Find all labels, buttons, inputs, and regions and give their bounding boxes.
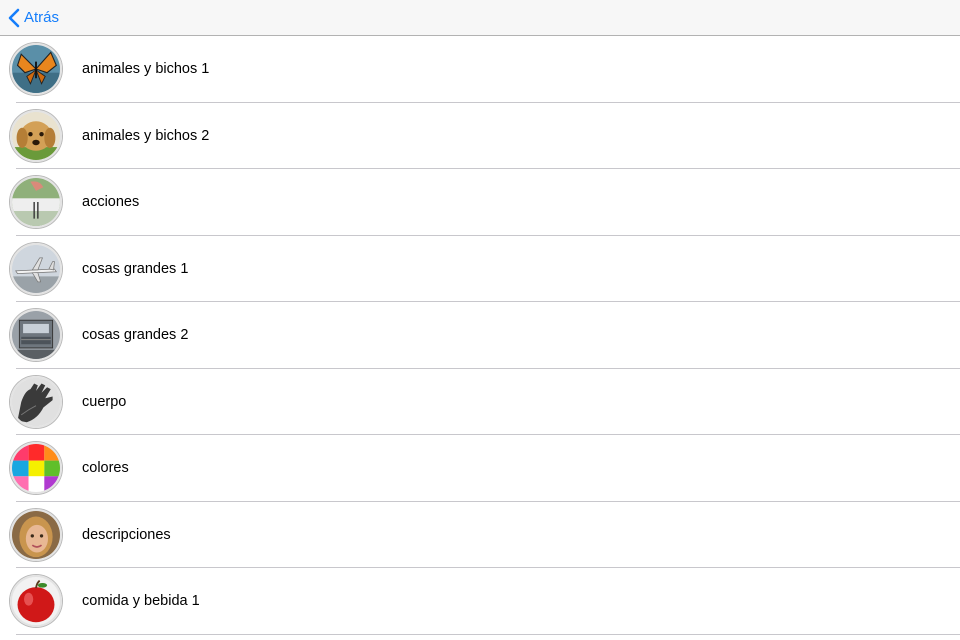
- apple-icon: [10, 575, 62, 627]
- list-item-descripciones[interactable]: descripciones: [0, 501, 960, 568]
- list-item-acciones[interactable]: acciones: [0, 169, 960, 236]
- list-item-label: cosas grandes 2: [82, 327, 189, 343]
- back-button[interactable]: Atrás: [8, 6, 59, 30]
- list-item-animales-y-bichos-2[interactable]: animales y bichos 2: [0, 102, 960, 169]
- list-item-label: colores: [82, 460, 129, 476]
- action-icon: [10, 176, 62, 228]
- woman-face-icon: [10, 508, 62, 561]
- list-item-label: animales y bichos 1: [82, 61, 210, 77]
- list-item-label: animales y bichos 2: [82, 127, 210, 144]
- navigation-bar: Atrás: [0, 0, 960, 36]
- list-item-cuerpo[interactable]: cuerpo: [0, 368, 960, 435]
- list-item-label: descripciones: [82, 526, 171, 543]
- list-item-label: acciones: [82, 194, 140, 210]
- category-list: animales y bichos 1 animales y bichos 2: [0, 36, 960, 640]
- hand-icon: [10, 375, 62, 428]
- color-grid-icon: [10, 442, 62, 494]
- chevron-left-icon: [8, 8, 20, 28]
- list-item-colores[interactable]: colores: [0, 435, 960, 502]
- list-item-cosas-grandes-2[interactable]: cosas grandes 2: [0, 302, 960, 369]
- list-item-label: comida y bebida 1: [82, 593, 200, 609]
- back-button-label: Atrás: [24, 9, 60, 26]
- truck-icon: [10, 309, 62, 361]
- list-item-animales-y-bichos-1[interactable]: animales y bichos 1: [0, 36, 960, 103]
- list-item-comida-y-bebida-1[interactable]: comida y bebida 1: [0, 568, 960, 635]
- list-item-label: cosas grandes 1: [82, 260, 189, 277]
- airplane-icon: [10, 242, 62, 295]
- list-item-label: cuerpo: [82, 393, 127, 410]
- butterfly-icon: [10, 43, 62, 95]
- puppy-icon: [10, 109, 62, 162]
- list-item-cosas-grandes-1[interactable]: cosas grandes 1: [0, 235, 960, 302]
